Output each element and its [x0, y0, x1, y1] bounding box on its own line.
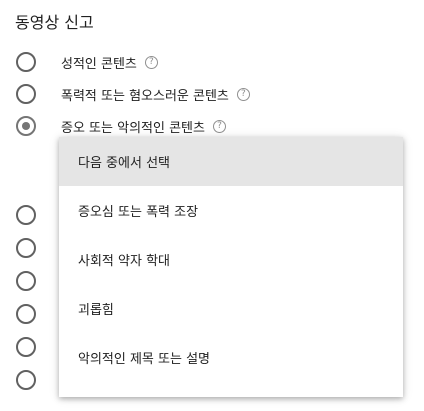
radio-option[interactable] [16, 304, 36, 324]
radio-violent-content[interactable] [16, 84, 36, 104]
option-label: 성적인 콘텐츠 [61, 56, 137, 72]
radio-option[interactable] [16, 238, 36, 258]
dropdown-item-placeholder[interactable]: 다음 중에서 선택 [59, 137, 403, 186]
radio-hateful-content[interactable] [16, 116, 36, 136]
help-circle-icon[interactable]: ? [144, 55, 158, 69]
option-label: 폭력적 또는 혐오스러운 콘텐츠 [61, 88, 229, 104]
dropdown-item-abusive-title[interactable]: 악의적인 제목 또는 설명 [59, 333, 403, 382]
dropdown-item-abuse-vulnerable[interactable]: 사회적 약자 학대 [59, 235, 403, 284]
radio-sexual-content[interactable] [16, 52, 36, 72]
radio-option[interactable] [16, 370, 36, 390]
help-circle-icon[interactable]: ? [236, 87, 250, 101]
option-hateful-content: 증오 또는 악의적인 콘텐츠 ? [61, 116, 226, 136]
dialog-title: 동영상 신고 [15, 13, 94, 32]
dropdown-item-promotes-hatred[interactable]: 증오심 또는 폭력 조장 [59, 186, 403, 235]
option-sexual-content: 성적인 콘텐츠 ? [61, 52, 158, 72]
radio-option[interactable] [16, 271, 36, 291]
help-circle-icon[interactable]: ? [212, 119, 226, 133]
dropdown-item-bullying[interactable]: 괴롭힘 [59, 284, 403, 333]
radio-checked-dot [22, 122, 30, 130]
reason-dropdown-menu[interactable]: 다음 중에서 선택 증오심 또는 폭력 조장 사회적 약자 학대 괴롭힘 악의적… [59, 137, 403, 397]
option-violent-content: 폭력적 또는 혐오스러운 콘텐츠 ? [61, 84, 250, 104]
option-label: 증오 또는 악의적인 콘텐츠 [61, 120, 205, 136]
radio-option[interactable] [16, 205, 36, 225]
radio-option[interactable] [16, 337, 36, 357]
